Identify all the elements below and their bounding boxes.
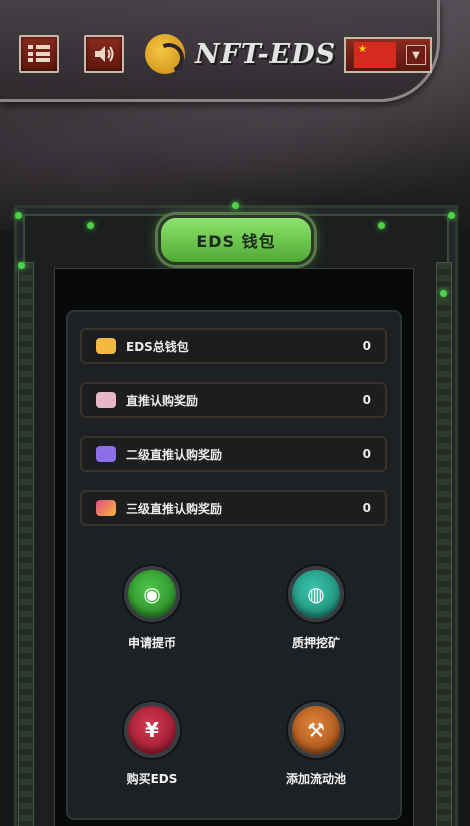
frame-gem (15, 212, 22, 219)
frame-gem (232, 202, 239, 209)
frame-gem (448, 212, 455, 219)
wallet-row-total[interactable]: EDS总钱包 0 (80, 328, 387, 364)
logo-text: NFT-EDS (195, 38, 337, 70)
stake-icon: ◍ (288, 566, 344, 622)
add-liquidity-button[interactable]: ⚒ 添加流动池 (256, 702, 376, 787)
action-label: 购买EDS (126, 772, 178, 786)
china-flag-icon (354, 42, 396, 68)
money-bag-icon: ¥ (124, 702, 180, 758)
pickaxe-icon: ⚒ (288, 702, 344, 758)
language-selector[interactable]: ▼ (344, 37, 432, 73)
menu-button[interactable] (19, 35, 59, 73)
wallet-title-plate: EDS 钱包 (158, 215, 314, 265)
wallet-icon (96, 338, 116, 354)
app-logo: NFT-EDS (145, 34, 336, 74)
reward-badge-icon (96, 500, 116, 516)
wallet-row-direct-reward[interactable]: 直推认购奖励 0 (80, 382, 387, 418)
buy-eds-button[interactable]: ¥ 购买EDS (92, 702, 212, 787)
wallet-title: EDS 钱包 (196, 232, 276, 251)
sound-toggle-button[interactable] (84, 35, 124, 73)
frame-rail-right (436, 262, 452, 826)
frame-rail-left (18, 262, 34, 826)
row-value: 0 (362, 447, 371, 461)
frame-gem (87, 222, 94, 229)
logo-emblem-icon (145, 34, 185, 74)
frame-gem (378, 222, 385, 229)
row-value: 0 (362, 393, 371, 407)
reward-badge-icon (96, 446, 116, 462)
frame-gem (18, 262, 25, 269)
stake-mining-button[interactable]: ◍ 质押挖矿 (256, 566, 376, 651)
action-label: 质押挖矿 (291, 636, 340, 650)
row-value: 0 (362, 501, 371, 515)
row-label: 直推认购奖励 (126, 393, 199, 408)
wallet-row-level3-reward[interactable]: 三级直推认购奖励 0 (80, 490, 387, 526)
action-label: 申请提币 (127, 636, 176, 650)
action-label: 添加流动池 (285, 772, 346, 786)
speaker-icon (95, 46, 114, 62)
withdraw-button[interactable]: ◉ 申请提币 (92, 566, 212, 651)
row-label: 三级直推认购奖励 (126, 501, 223, 516)
menu-list-icon (28, 45, 50, 63)
row-label: EDS总钱包 (126, 339, 189, 354)
row-value: 0 (362, 339, 371, 353)
reward-badge-icon (96, 392, 116, 408)
frame-gem (440, 290, 447, 297)
wallet-row-level2-reward[interactable]: 二级直推认购奖励 0 (80, 436, 387, 472)
chevron-down-icon: ▼ (406, 45, 426, 65)
coins-icon: ◉ (124, 566, 180, 622)
row-label: 二级直推认购奖励 (126, 447, 223, 462)
header-bar: NFT-EDS ▼ (0, 0, 440, 102)
